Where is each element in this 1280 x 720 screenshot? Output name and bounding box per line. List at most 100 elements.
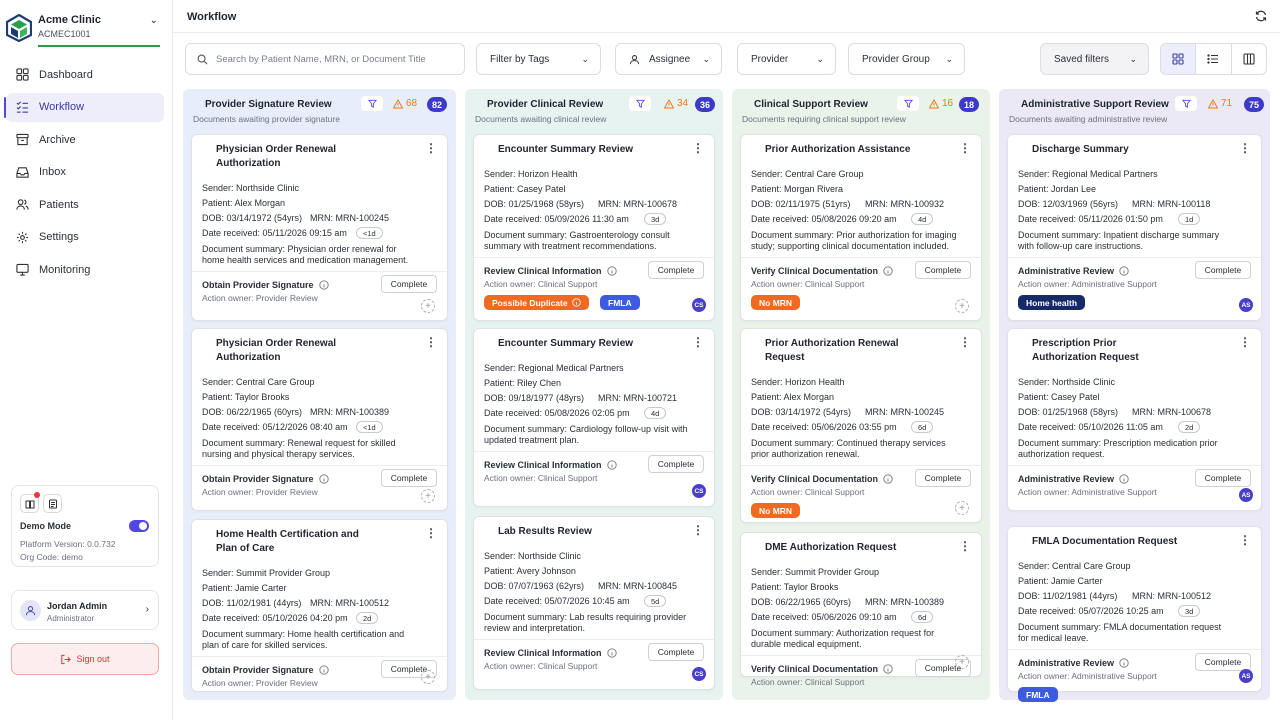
- more-options-icon[interactable]: ⋮: [1239, 336, 1251, 348]
- org-switcher[interactable]: Acme Clinic ACMEC1001 ⌄: [6, 12, 160, 48]
- document-card[interactable]: FMLA Documentation Request ⋮ Sender: Centr…: [1007, 526, 1262, 702]
- more-options-icon[interactable]: ⋮: [959, 336, 971, 348]
- mrn-field: MRN: MRN-100932: [865, 199, 945, 209]
- complete-button[interactable]: Complete: [648, 643, 704, 661]
- document-card[interactable]: Physician Order Renewal Authorization ⋮ Se…: [191, 328, 448, 511]
- complete-button[interactable]: Complete: [1195, 469, 1251, 487]
- sidebar-item-monitoring[interactable]: Monitoring: [6, 255, 164, 284]
- action-owner: Action owner: Clinical Support: [484, 661, 598, 671]
- age-badge: 6d: [911, 421, 934, 433]
- complete-button[interactable]: Complete: [381, 469, 437, 487]
- info-icon: [883, 266, 893, 276]
- assign-user-icon[interactable]: +: [421, 670, 435, 684]
- more-options-icon[interactable]: ⋮: [425, 336, 437, 348]
- assign-user-icon[interactable]: +: [421, 489, 435, 503]
- provider-group-dropdown[interactable]: Provider Group ⌄: [848, 43, 965, 75]
- more-options-icon[interactable]: ⋮: [959, 142, 971, 154]
- more-options-icon[interactable]: ⋮: [1239, 142, 1251, 154]
- complete-button[interactable]: Complete: [1195, 653, 1251, 671]
- assign-user-icon[interactable]: +: [955, 501, 969, 515]
- more-options-icon[interactable]: ⋮: [1239, 534, 1251, 546]
- more-options-icon[interactable]: ⋮: [425, 142, 437, 154]
- document-card[interactable]: Lab Results Review ⋮ Sender: Northside Cli…: [473, 516, 715, 690]
- user-name: Jordan Admin: [47, 601, 108, 611]
- filter-by-tags-dropdown[interactable]: Filter by Tags ⌄: [476, 43, 601, 75]
- sidebar-item-label: Patients: [39, 198, 79, 211]
- assign-user-icon[interactable]: +: [955, 299, 969, 313]
- column-filter-button[interactable]: [629, 96, 651, 111]
- more-options-icon[interactable]: ⋮: [425, 527, 437, 539]
- more-options-icon[interactable]: ⋮: [692, 524, 704, 536]
- demo-mode-toggle[interactable]: [129, 520, 149, 532]
- date-received-field: Date received: 05/10/2026 04:20 pm: [202, 613, 348, 623]
- saved-filters-dropdown[interactable]: Saved filters ⌄: [1040, 43, 1149, 75]
- board-view-button[interactable]: [1161, 44, 1197, 74]
- date-received-field: Date received: 05/10/2026 11:05 am: [1018, 422, 1163, 432]
- more-options-icon[interactable]: ⋮: [692, 336, 704, 348]
- provider-dropdown[interactable]: Provider ⌄: [737, 43, 836, 75]
- user-menu[interactable]: Jordan Admin Administrator ›: [11, 590, 159, 630]
- provider-group-label: Provider Group: [862, 53, 930, 65]
- sidebar-item-dashboard[interactable]: Dashboard: [6, 60, 164, 89]
- search-input[interactable]: [216, 44, 456, 74]
- more-options-icon[interactable]: ⋮: [692, 142, 704, 154]
- sidebar-item-label: Monitoring: [39, 263, 91, 276]
- sign-out-button[interactable]: Sign out: [11, 643, 159, 675]
- document-card[interactable]: Discharge Summary ⋮ Sender: Regional Medic…: [1007, 134, 1262, 321]
- action-label: Review Clinical Information: [484, 266, 602, 276]
- column-filter-button[interactable]: [361, 96, 383, 111]
- complete-button[interactable]: Complete: [648, 455, 704, 473]
- document-card[interactable]: DME Authorization Request ⋮ Sender: Summit…: [740, 532, 982, 687]
- document-card[interactable]: Encounter Summary Review ⋮ Sender: Horizon…: [473, 134, 715, 321]
- patient-field: Patient: Avery Johnson: [484, 566, 576, 576]
- complete-button[interactable]: Complete: [381, 275, 437, 293]
- warning-count: 16: [929, 98, 953, 109]
- card-divider: [741, 257, 981, 258]
- date-received-field: Date received: 05/08/2026 02:05 pm: [484, 408, 630, 418]
- sidebar-item-settings[interactable]: Settings: [6, 223, 164, 252]
- complete-button[interactable]: Complete: [1195, 261, 1251, 279]
- action-owner: Action owner: Administrative Support: [1018, 279, 1157, 289]
- complete-button[interactable]: Complete: [648, 261, 704, 279]
- column-header: Provider Clinical Review Documents awaiti…: [465, 89, 723, 127]
- warning-icon: [393, 98, 403, 108]
- column-title: Administrative Support Review: [1021, 99, 1169, 110]
- column-filter-button[interactable]: [1175, 96, 1197, 111]
- action-name: Verify Clinical Documentation: [751, 664, 893, 674]
- document-card[interactable]: Prescription Prior Authorization Request…: [1007, 328, 1262, 511]
- complete-button[interactable]: Complete: [915, 469, 971, 487]
- sidebar-item-workflow[interactable]: Workflow: [4, 92, 164, 122]
- assign-user-icon[interactable]: +: [955, 655, 969, 669]
- notes-button[interactable]: [43, 494, 62, 513]
- action-label: Verify Clinical Documentation: [751, 474, 879, 484]
- sidebar-item-inbox[interactable]: Inbox: [6, 158, 164, 187]
- action-label: Review Clinical Information: [484, 460, 602, 470]
- action-label: Administrative Review: [1018, 658, 1115, 668]
- more-options-icon[interactable]: ⋮: [959, 540, 971, 552]
- columns-view-button[interactable]: [1232, 44, 1266, 74]
- assignee-avatar: CS: [692, 484, 706, 498]
- card-title: Discharge Summary: [1032, 144, 1129, 155]
- chevron-down-icon[interactable]: ⌄: [150, 15, 158, 26]
- document-card[interactable]: Prior Authorization Renewal Request ⋮ Send…: [740, 328, 982, 523]
- document-card[interactable]: Home Health Certification and Plan of Ca…: [191, 519, 448, 692]
- document-card[interactable]: Encounter Summary Review ⋮ Sender: Regiona…: [473, 328, 715, 507]
- refresh-icon[interactable]: [1255, 10, 1267, 22]
- document-summary: Document summary: Renewal request for sk…: [202, 438, 396, 459]
- action-label: Verify Clinical Documentation: [751, 664, 879, 674]
- document-card[interactable]: Physician Order Renewal Authorization ⋮ Se…: [191, 134, 448, 321]
- assign-user-icon[interactable]: +: [421, 299, 435, 313]
- document-card[interactable]: Prior Authorization Assistance ⋮ Sender: C…: [740, 134, 982, 321]
- monitor-icon: [16, 263, 29, 276]
- complete-button[interactable]: Complete: [915, 261, 971, 279]
- book-button[interactable]: [20, 492, 40, 513]
- column-header: Provider Signature Review Documents await…: [183, 89, 456, 127]
- info-icon: [318, 474, 329, 484]
- age-badge: 4d: [644, 407, 667, 419]
- column-filter-button[interactable]: [897, 96, 919, 111]
- assignee-dropdown[interactable]: Assignee ⌄: [615, 43, 722, 75]
- sidebar-item-patients[interactable]: Patients: [6, 190, 164, 219]
- sidebar-item-archive[interactable]: Archive: [6, 125, 164, 154]
- action-owner: Action owner: Clinical Support: [751, 279, 865, 289]
- list-view-button[interactable]: [1196, 44, 1232, 74]
